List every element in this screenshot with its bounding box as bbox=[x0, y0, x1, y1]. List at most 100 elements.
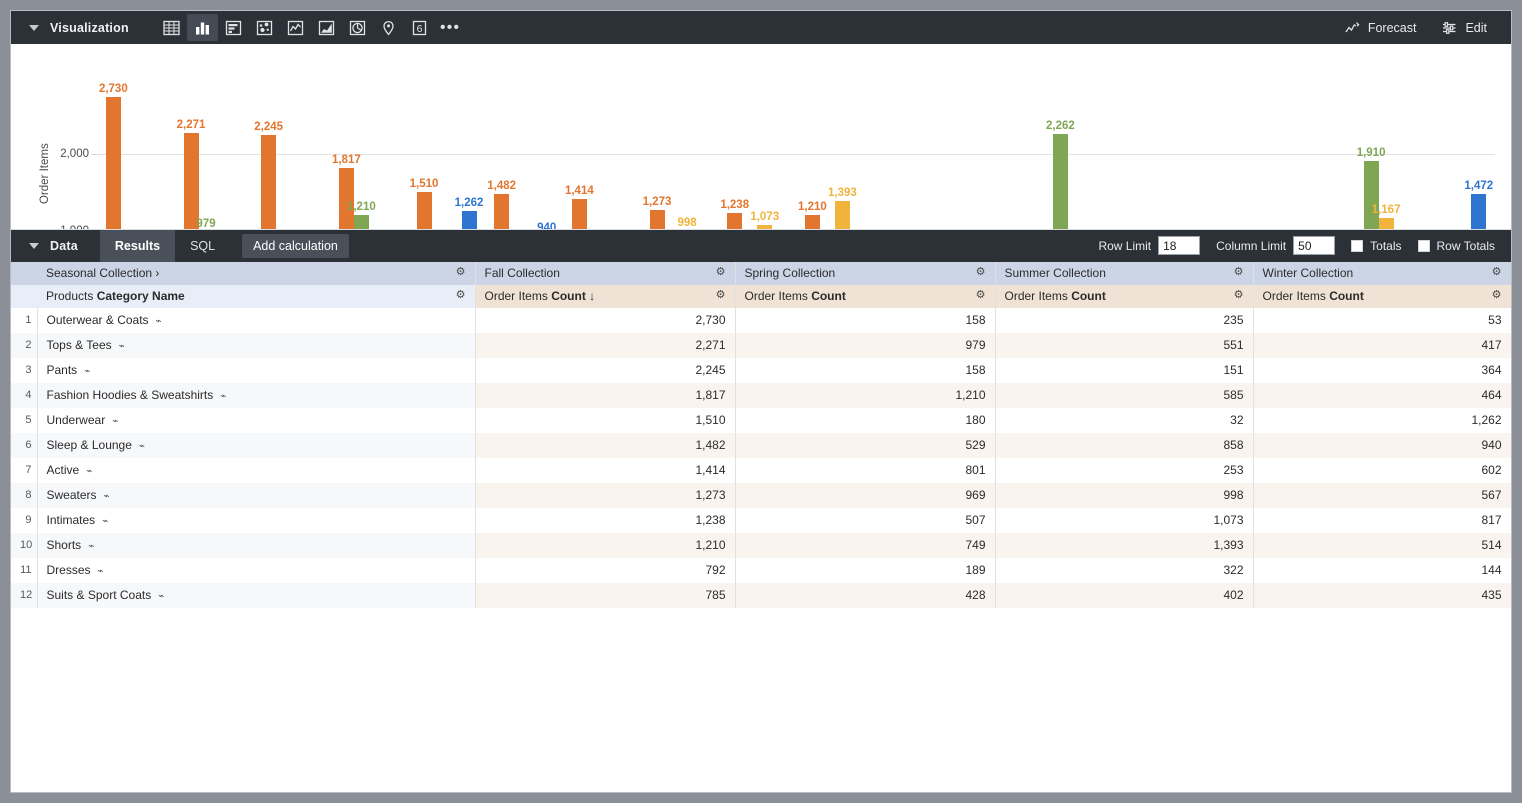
forecast-button[interactable]: Forecast bbox=[1345, 21, 1417, 35]
group-header-seasonal-collection[interactable]: ⚙Seasonal Collection › bbox=[37, 262, 475, 285]
cell-summer-count[interactable]: 1,073 bbox=[995, 508, 1253, 533]
cell-category-name[interactable]: Dresses⌁ bbox=[37, 558, 475, 583]
cell-winter-count[interactable]: 567 bbox=[1253, 483, 1511, 508]
cell-summer-count[interactable]: 998 bbox=[995, 483, 1253, 508]
table-row[interactable]: 5Underwear⌁1,510180321,262 bbox=[11, 408, 1511, 433]
table-row[interactable]: 6Sleep & Lounge⌁1,482529858940 bbox=[11, 433, 1511, 458]
data-collapse-caret-icon[interactable] bbox=[29, 243, 39, 249]
sparkline-icon[interactable]: ⌁ bbox=[119, 341, 125, 352]
cell-fall-count[interactable]: 2,271 bbox=[475, 333, 735, 358]
gear-icon[interactable]: ⚙ bbox=[1492, 289, 1502, 301]
cell-fall-count[interactable]: 785 bbox=[475, 583, 735, 608]
cell-spring-count[interactable]: 529 bbox=[735, 433, 995, 458]
sparkline-icon[interactable]: ⌁ bbox=[112, 416, 118, 427]
table-row[interactable]: 7Active⌁1,414801253602 bbox=[11, 458, 1511, 483]
bar-chart-icon[interactable] bbox=[187, 14, 218, 41]
cell-spring-count[interactable]: 189 bbox=[735, 558, 995, 583]
table-row[interactable]: 4Fashion Hoodies & Sweatshirts⌁1,8171,21… bbox=[11, 383, 1511, 408]
cell-spring-count[interactable]: 801 bbox=[735, 458, 995, 483]
column-limit-input[interactable] bbox=[1293, 236, 1335, 255]
cell-spring-count[interactable]: 749 bbox=[735, 533, 995, 558]
table-row[interactable]: 2Tops & Tees⌁2,271979551417 bbox=[11, 333, 1511, 358]
cell-fall-count[interactable]: 1,510 bbox=[475, 408, 735, 433]
bar-spring[interactable]: 1,210 bbox=[354, 215, 369, 230]
cell-spring-count[interactable]: 428 bbox=[735, 583, 995, 608]
cell-category-name[interactable]: Outerwear & Coats⌁ bbox=[37, 308, 475, 333]
cell-winter-count[interactable]: 464 bbox=[1253, 383, 1511, 408]
sparkline-icon[interactable]: ⌁ bbox=[139, 441, 145, 452]
tab-sql[interactable]: SQL bbox=[175, 230, 230, 262]
sparkline-icon[interactable]: ⌁ bbox=[156, 316, 162, 327]
totals-checkbox-group[interactable]: Totals bbox=[1351, 239, 1401, 253]
bar-fall[interactable]: 2,245 bbox=[261, 135, 276, 230]
bar-summer[interactable]: 1,167 bbox=[1379, 218, 1394, 230]
gear-icon[interactable]: ⚙ bbox=[716, 266, 726, 278]
bar-fall[interactable]: 1,273 bbox=[650, 210, 665, 230]
cell-summer-count[interactable]: 32 bbox=[995, 408, 1253, 433]
area-chart-icon[interactable] bbox=[311, 14, 342, 41]
cell-fall-count[interactable]: 2,245 bbox=[475, 358, 735, 383]
cell-summer-count[interactable]: 585 bbox=[995, 383, 1253, 408]
bar-spring[interactable]: 1,910 bbox=[1364, 161, 1379, 230]
bar-fall[interactable]: 1,414 bbox=[572, 199, 587, 230]
bar-summer[interactable]: 1,073 bbox=[757, 225, 772, 229]
cell-summer-count[interactable]: 402 bbox=[995, 583, 1253, 608]
cell-fall-count[interactable]: 1,273 bbox=[475, 483, 735, 508]
tab-results[interactable]: Results bbox=[100, 230, 175, 262]
cell-winter-count[interactable]: 940 bbox=[1253, 433, 1511, 458]
table-row[interactable]: 3Pants⌁2,245158151364 bbox=[11, 358, 1511, 383]
group-header-fall-collection[interactable]: ⚙Fall Collection bbox=[475, 262, 735, 285]
table-icon[interactable] bbox=[156, 14, 187, 41]
cell-fall-count[interactable]: 1,414 bbox=[475, 458, 735, 483]
table-row[interactable]: 12Suits & Sport Coats⌁785428402435 bbox=[11, 583, 1511, 608]
group-header-spring-collection[interactable]: ⚙Spring Collection bbox=[735, 262, 995, 285]
sparkline-icon[interactable]: ⌁ bbox=[104, 491, 110, 502]
more-options-icon[interactable]: ••• bbox=[435, 14, 466, 41]
bar-fall[interactable]: 1,510 bbox=[417, 192, 432, 230]
gear-icon[interactable]: ⚙ bbox=[976, 266, 986, 278]
column-header[interactable]: ⚙Products Category Name bbox=[37, 285, 475, 308]
cell-category-name[interactable]: Intimates⌁ bbox=[37, 508, 475, 533]
cell-winter-count[interactable]: 53 bbox=[1253, 308, 1511, 333]
cell-category-name[interactable]: Pants⌁ bbox=[37, 358, 475, 383]
cell-summer-count[interactable]: 551 bbox=[995, 333, 1253, 358]
scatter-plot-icon[interactable] bbox=[249, 14, 280, 41]
column-header[interactable]: ⚙Order Items Count bbox=[735, 285, 995, 308]
bar-fall[interactable]: 2,271 bbox=[184, 133, 199, 230]
line-chart-icon[interactable] bbox=[280, 14, 311, 41]
sparkline-icon[interactable]: ⌁ bbox=[86, 466, 92, 477]
visualization-collapse-caret-icon[interactable] bbox=[29, 25, 39, 31]
sparkline-icon[interactable]: ⌁ bbox=[98, 566, 104, 577]
cell-summer-count[interactable]: 1,393 bbox=[995, 533, 1253, 558]
cell-category-name[interactable]: Sleep & Lounge⌁ bbox=[37, 433, 475, 458]
cell-spring-count[interactable]: 507 bbox=[735, 508, 995, 533]
cell-summer-count[interactable]: 322 bbox=[995, 558, 1253, 583]
cell-winter-count[interactable]: 417 bbox=[1253, 333, 1511, 358]
map-pin-icon[interactable] bbox=[373, 14, 404, 41]
column-header[interactable]: ⚙Order Items Count bbox=[1253, 285, 1511, 308]
cell-winter-count[interactable]: 144 bbox=[1253, 558, 1511, 583]
horizontal-bar-chart-icon[interactable] bbox=[218, 14, 249, 41]
row-limit-input[interactable] bbox=[1158, 236, 1200, 255]
gear-icon[interactable]: ⚙ bbox=[716, 289, 726, 301]
cell-spring-count[interactable]: 158 bbox=[735, 308, 995, 333]
cell-category-name[interactable]: Underwear⌁ bbox=[37, 408, 475, 433]
group-header-summer-collection[interactable]: ⚙Summer Collection bbox=[995, 262, 1253, 285]
cell-summer-count[interactable]: 858 bbox=[995, 433, 1253, 458]
sparkline-icon[interactable]: ⌁ bbox=[220, 391, 226, 402]
gear-icon[interactable]: ⚙ bbox=[456, 289, 466, 301]
add-calculation-button[interactable]: Add calculation bbox=[242, 234, 349, 258]
cell-fall-count[interactable]: 792 bbox=[475, 558, 735, 583]
cell-category-name[interactable]: Suits & Sport Coats⌁ bbox=[37, 583, 475, 608]
cell-category-name[interactable]: Tops & Tees⌁ bbox=[37, 333, 475, 358]
group-header-winter-collection[interactable]: ⚙Winter Collection bbox=[1253, 262, 1511, 285]
cell-category-name[interactable]: Active⌁ bbox=[37, 458, 475, 483]
gear-icon[interactable]: ⚙ bbox=[1234, 266, 1244, 278]
gear-icon[interactable]: ⚙ bbox=[976, 289, 986, 301]
column-header[interactable]: ⚙Order Items Count bbox=[995, 285, 1253, 308]
cell-fall-count[interactable]: 1,210 bbox=[475, 533, 735, 558]
cell-spring-count[interactable]: 158 bbox=[735, 358, 995, 383]
table-row[interactable]: 10Shorts⌁1,2107491,393514 bbox=[11, 533, 1511, 558]
table-row[interactable]: 9Intimates⌁1,2385071,073817 bbox=[11, 508, 1511, 533]
pie-chart-icon[interactable] bbox=[342, 14, 373, 41]
